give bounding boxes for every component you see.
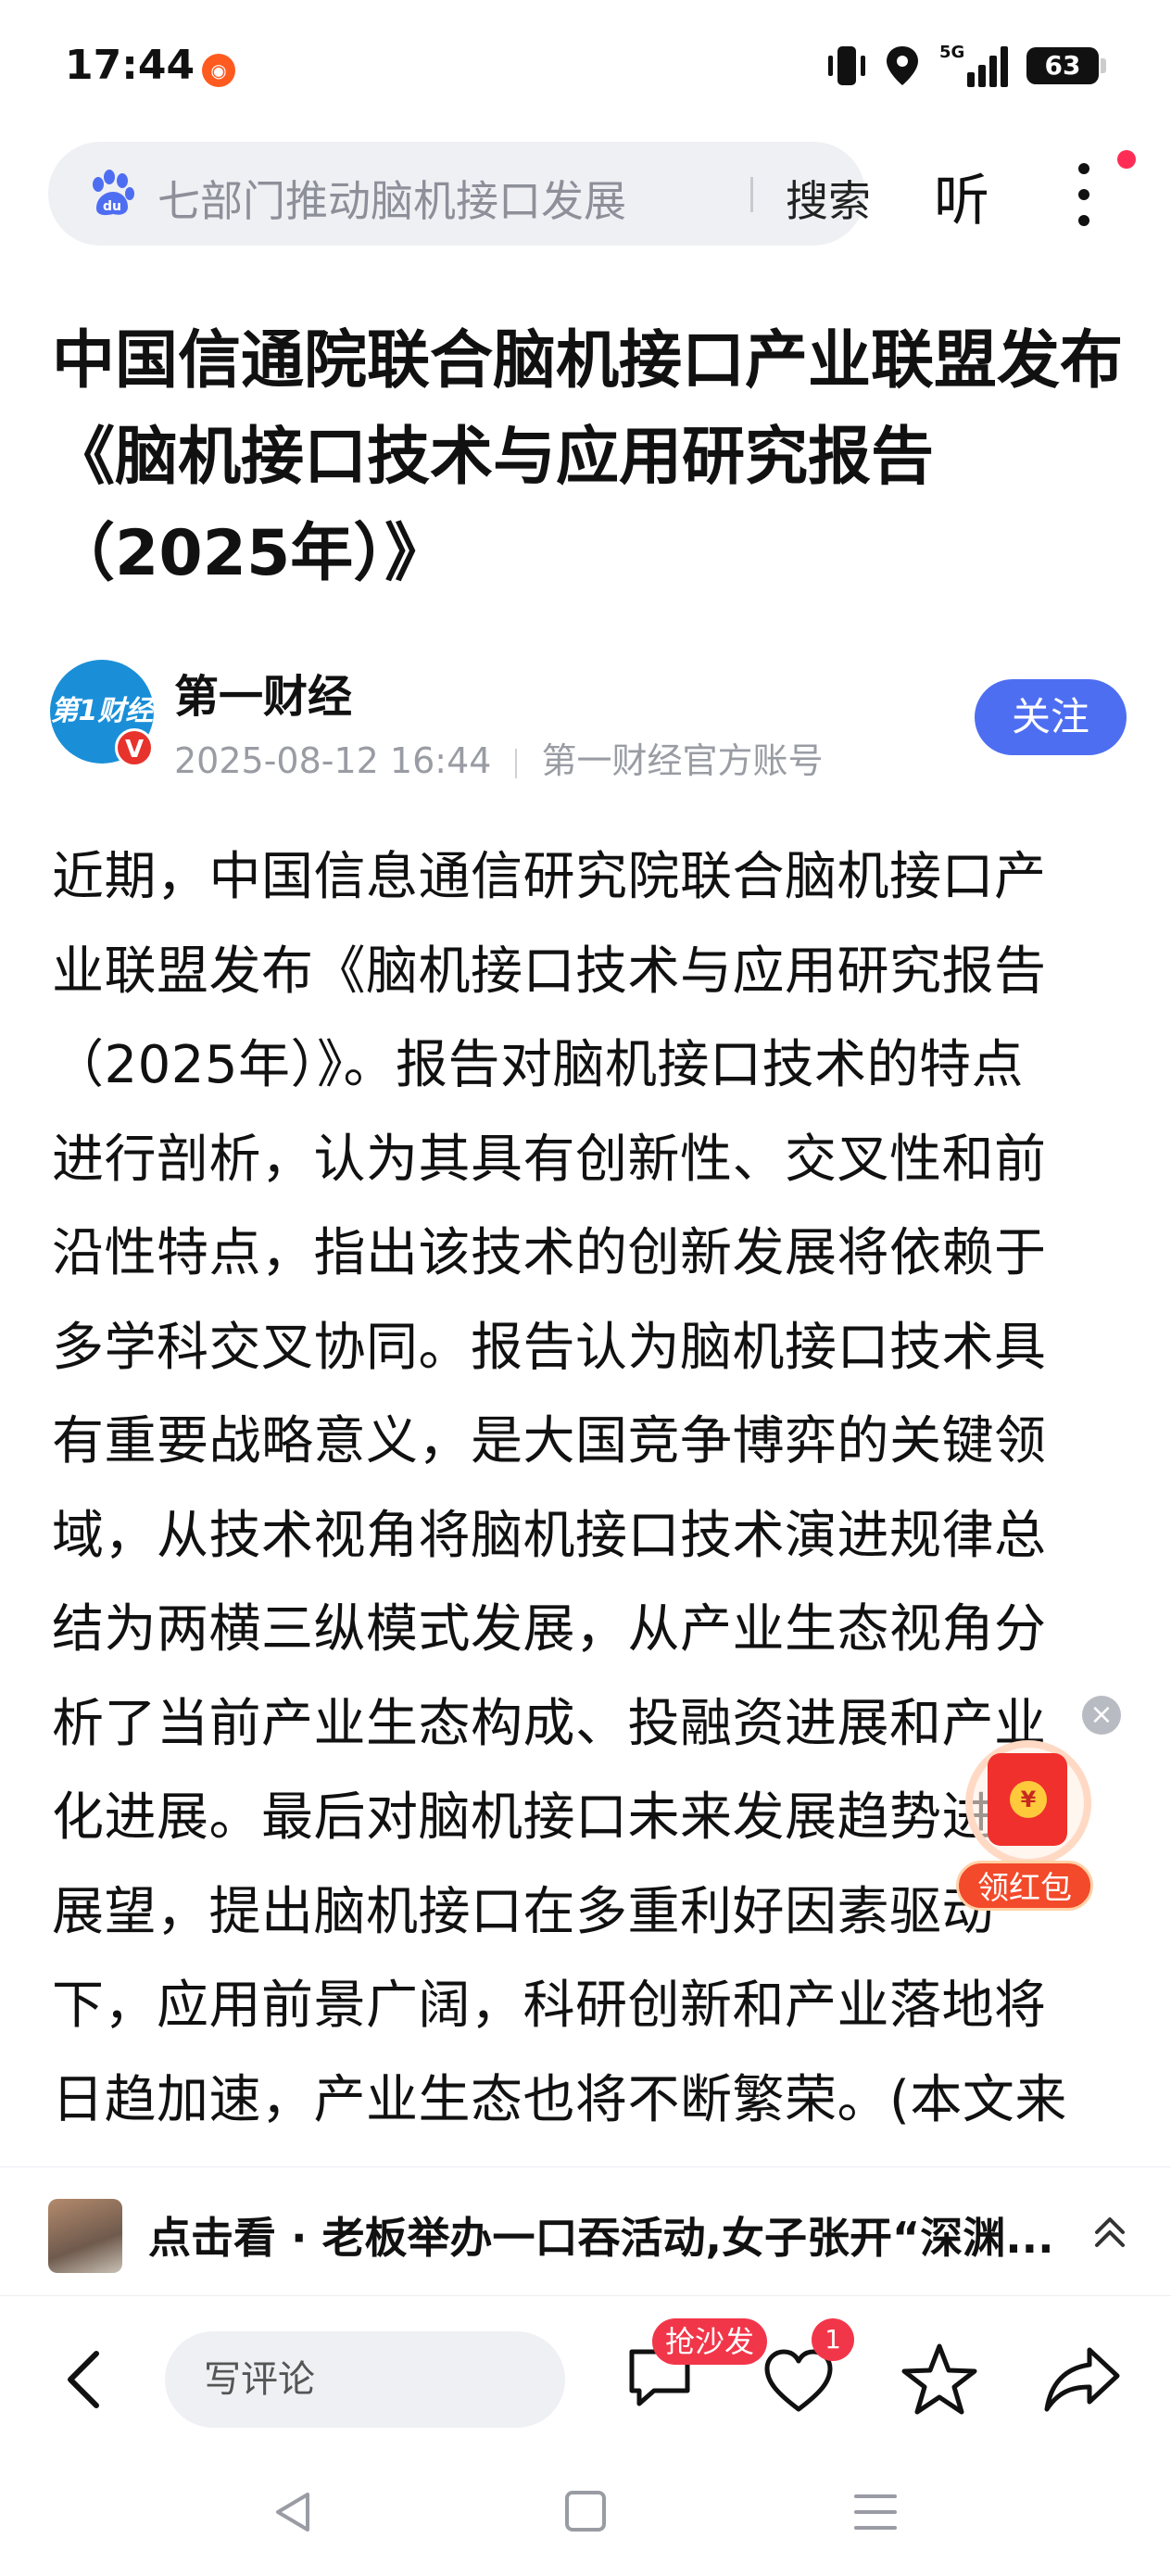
recommended-bar[interactable]: 点击看 · 老板举办一口吞活动,女子张开“深渊... [0,2166,1171,2296]
nav-menu-icon[interactable] [854,2491,897,2533]
search-bar[interactable]: du 七部门推动脑机接口发展 搜索 [48,142,871,246]
share-icon[interactable] [1043,2342,1121,2417]
status-icons: 5G 63 [828,43,1106,87]
article-body: 近期，中国信息通信研究院联合脑机接口产 业联盟发布《脑机接口技术与应用研究报告 … [52,830,1127,2147]
listen-button[interactable]: 听 [934,156,989,236]
status-time: 17:44 [65,42,195,89]
nav-back-icon[interactable] [271,2489,317,2535]
meta-divider [515,748,518,778]
back-arrow-icon[interactable] [57,2342,113,2417]
battery-indicator: 63 [1026,47,1106,84]
recommended-thumbnail [48,2199,122,2273]
body-line: 沿性特点，指出该技术的创新发展将依赖于 [52,1223,1047,1283]
body-line: 多学科交叉协同。报告认为脑机接口技术具 [52,1317,1047,1378]
author-meta: 2025-08-12 16:44 第一财经官方账号 [174,732,823,783]
search-input[interactable]: 七部门推动脑机接口发展 [157,168,626,229]
vibrate-icon [828,44,865,87]
body-line: 日趋加速，产业生态也将不断繁荣。(本文来 [52,2069,1067,2130]
search-divider [750,177,753,212]
body-line: 有重要战略意义，是大国竞争博弈的关键领 [52,1411,1047,1471]
nav-home-icon[interactable] [565,2491,606,2532]
like-count-badge: 1 [812,2318,854,2361]
star-icon[interactable] [900,2341,978,2418]
verified-badge: V [115,728,154,767]
coin-icon: ¥ [1010,1781,1047,1818]
account-type: 第一财经官方账号 [541,740,824,781]
body-line: 下，应用前景广阔，科研创新和产业落地将 [52,1976,1047,2036]
body-line: 业联盟发布《脑机接口技术与应用研究报告 [52,941,1047,1002]
red-packet-widget[interactable]: ¥ 领红包 × [954,1696,1121,1918]
svg-text:du: du [103,199,121,214]
system-nav-bar [0,2454,1171,2576]
red-packet-label[interactable]: 领红包 [956,1861,1093,1911]
author-name[interactable]: 第一财经 [174,660,352,725]
article-title: 中国信通院联合脑机接口产业联盟发布《脑机接口技术与应用研究报告（2025年）》 [52,324,1124,590]
chevron-up-icon[interactable] [1089,2212,1130,2253]
body-line: 进行剖析，认为其具有创新性、交叉性和前 [52,1129,1047,1190]
signal-icon: 5G [939,43,1008,87]
sofa-badge: 抢沙发 [652,2318,768,2365]
baidu-paw-icon: du [93,170,134,216]
notification-dot [1117,150,1136,169]
more-options-icon[interactable] [1065,159,1102,230]
body-line: 域，从技术视角将脑机接口技术演进规律总 [52,1505,1047,1566]
close-icon[interactable]: × [1082,1696,1121,1735]
location-icon [887,46,918,85]
comment-input[interactable]: 写评论 [165,2331,565,2428]
status-bar: 17:44 ◉ 5G 63 [0,0,1171,139]
recommended-text[interactable]: 点击看 · 老板举办一口吞活动,女子张开“深渊... [148,2204,1065,2266]
weibo-notification-icon: ◉ [202,54,235,87]
body-line: 结为两横三纵模式发展，从产业生态视角分 [52,1599,1047,1660]
publish-date: 2025-08-12 16:44 [174,740,492,781]
follow-button[interactable]: 关注 [975,679,1127,755]
body-line: 近期，中国信息通信研究院联合脑机接口产 [52,847,1047,907]
bottom-action-bar: 写评论 抢沙发 1 [0,2296,1171,2454]
body-line: （2025年）》。报告对脑机接口技术的特点 [52,1035,1025,1095]
signal-label: 5G [939,43,965,62]
search-button[interactable]: 搜索 [786,168,871,229]
